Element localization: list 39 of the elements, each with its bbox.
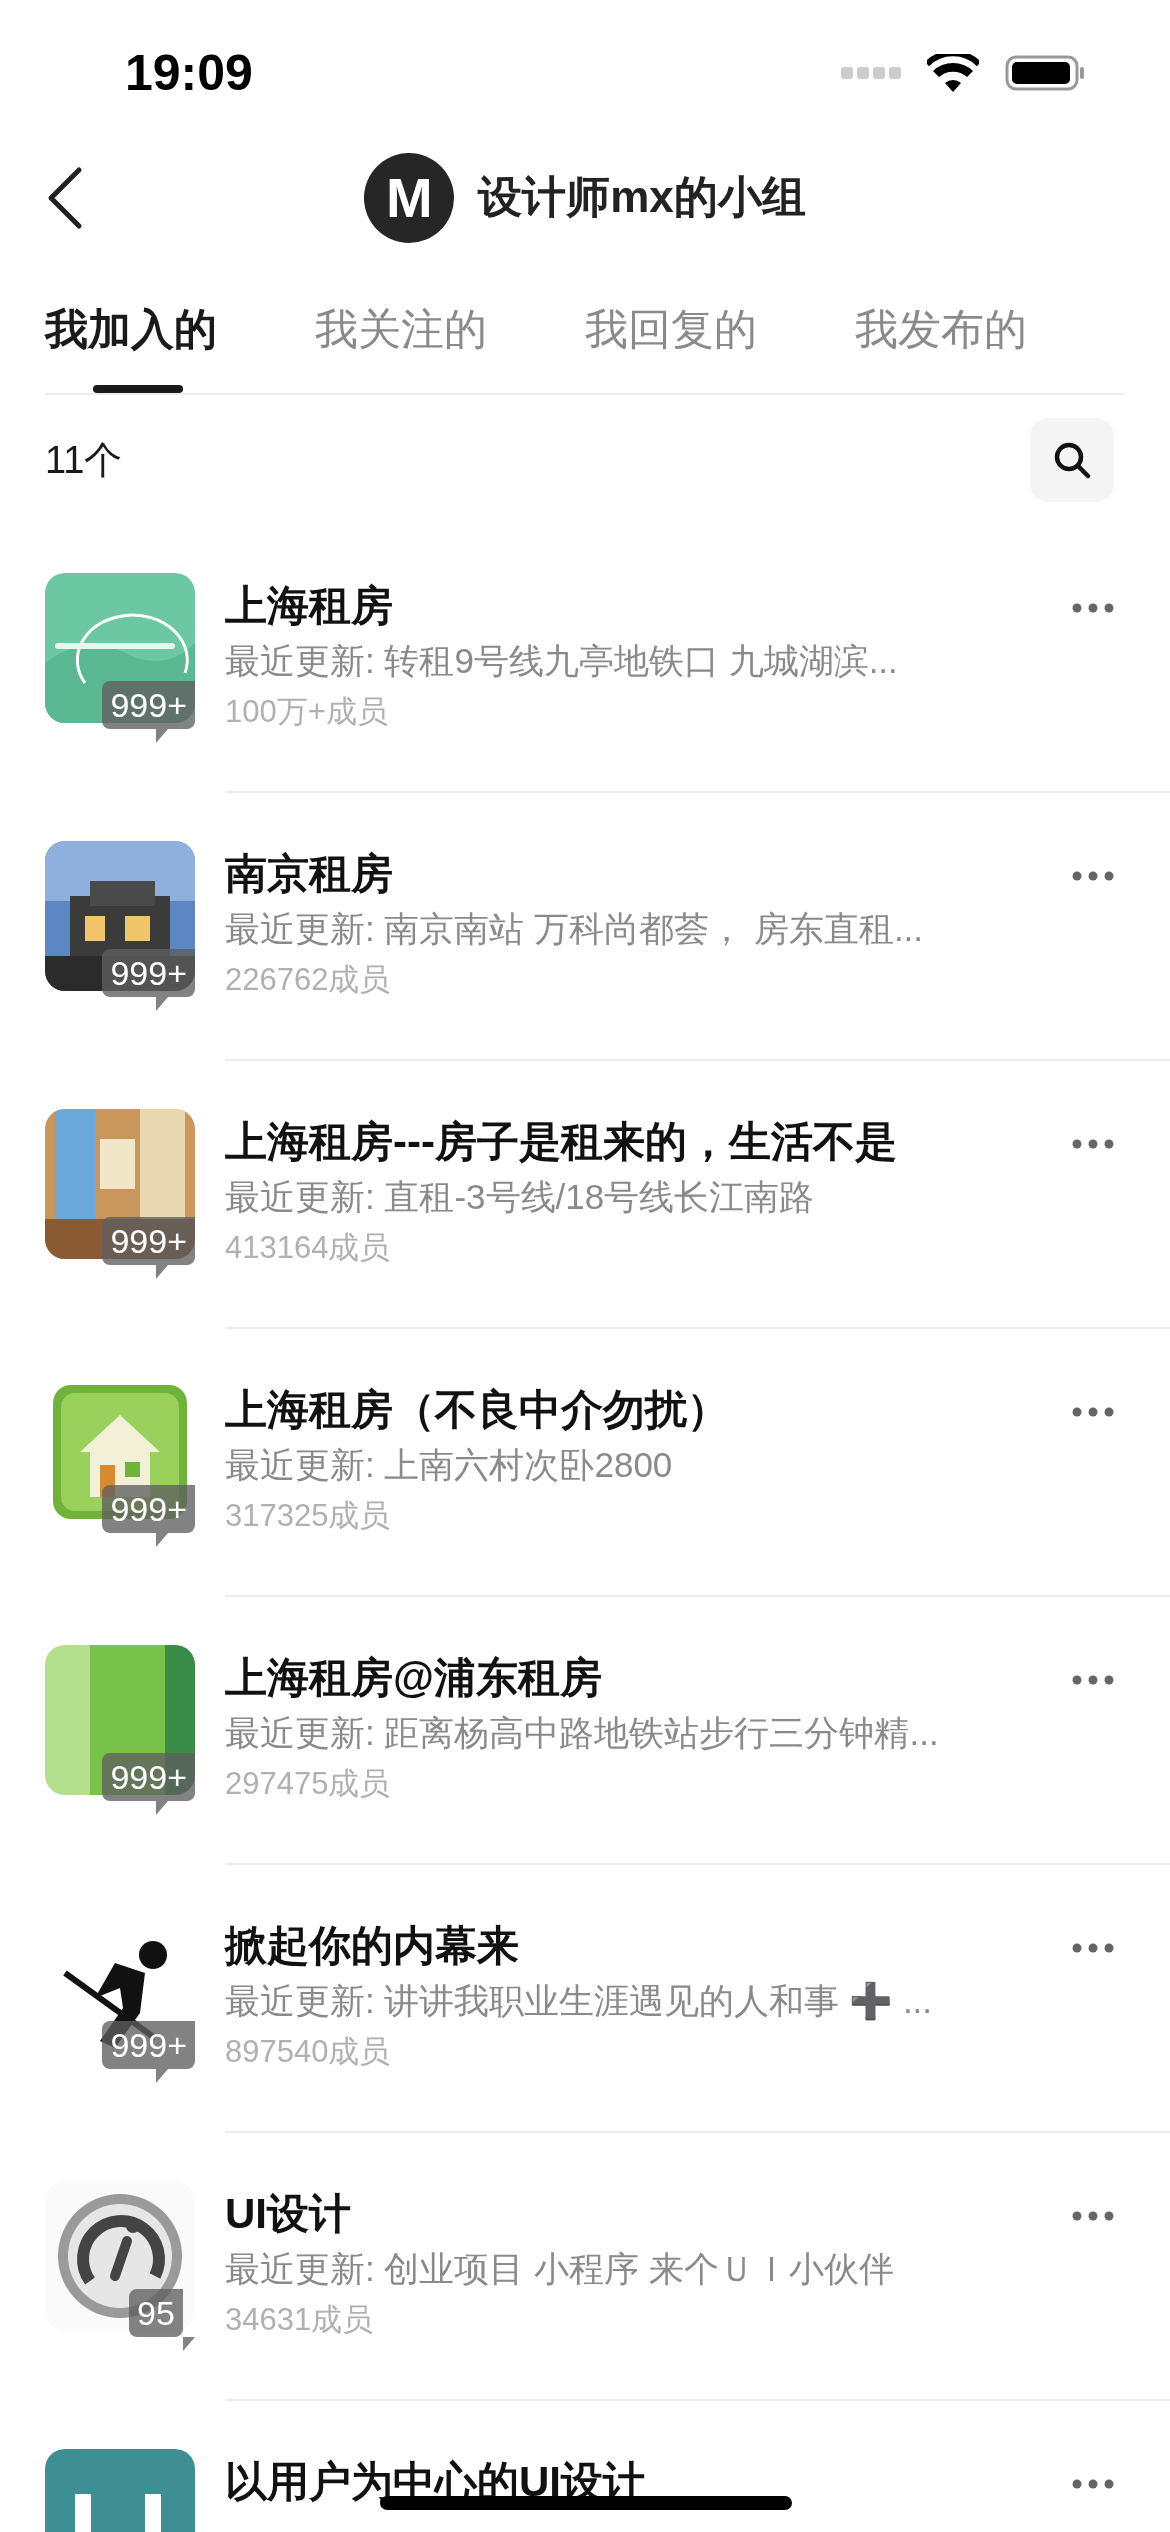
group-name[interactable]: 上海租房@浦东租房 bbox=[225, 1649, 939, 1707]
group-name[interactable]: 掀起你的内幕来 bbox=[225, 1917, 933, 1975]
battery-icon bbox=[1005, 55, 1085, 91]
search-button[interactable] bbox=[1030, 418, 1114, 502]
more-icon[interactable] bbox=[1072, 1139, 1114, 1149]
group-logo: M bbox=[364, 152, 455, 243]
more-icon[interactable] bbox=[1072, 2479, 1114, 2489]
latest-update: 最近更新: 距离杨高中路地铁站步行三分钟精... bbox=[225, 1712, 939, 1754]
signal-icon bbox=[841, 65, 901, 81]
more-icon[interactable] bbox=[1072, 1943, 1114, 1953]
member-count: 317325成员 bbox=[225, 1497, 392, 1535]
wifi-icon bbox=[927, 54, 979, 92]
group-name[interactable]: 南京租房 bbox=[225, 845, 924, 903]
status-time: 19:09 bbox=[125, 44, 253, 102]
search-icon[interactable] bbox=[1052, 440, 1092, 480]
more-icon[interactable] bbox=[1072, 871, 1114, 881]
member-count: 100万+成员 bbox=[225, 693, 389, 731]
latest-update: 最近更新: 上南六村次卧2800 bbox=[225, 1444, 674, 1486]
member-count: 226762成员 bbox=[225, 961, 392, 999]
group-name[interactable]: 上海租房 bbox=[225, 577, 898, 635]
more-icon[interactable] bbox=[1072, 1675, 1114, 1685]
member-count: 413164成员 bbox=[225, 1229, 392, 1267]
group-name[interactable]: 上海租房（不良中介勿扰） bbox=[225, 1381, 729, 1439]
group-name[interactable]: UI设计 bbox=[225, 2185, 894, 2243]
more-icon[interactable] bbox=[1072, 2211, 1114, 2221]
latest-update: 最近更新: 直租-3号线/18号线长江南路 bbox=[225, 1176, 816, 1218]
latest-update: 最近更新: 南京南站 万科尚都荟， 房东直租... bbox=[225, 908, 924, 950]
group-count: 11个 bbox=[45, 437, 123, 483]
member-count: 897540成员 bbox=[225, 2033, 392, 2071]
more-icon[interactable] bbox=[1072, 1407, 1114, 1417]
member-count: 297475成员 bbox=[225, 1765, 392, 1803]
more-icon[interactable] bbox=[1072, 603, 1114, 613]
page-title: 设计师mx的小组 bbox=[478, 171, 806, 223]
latest-update: 最近更新: 转租9号线九亭地铁口 九城湖滨... bbox=[225, 640, 898, 682]
member-count: 34631成员 bbox=[225, 2301, 375, 2339]
tab[interactable]: 我加入的 bbox=[45, 255, 315, 393]
group-name[interactable]: 上海租房---房子是租来的，生活不是 bbox=[225, 1113, 897, 1171]
latest-update: 最近更新: 讲讲我职业生涯遇见的人和事 ➕ ... bbox=[225, 1980, 933, 2023]
latest-update: 最近更新: 创业项目 小程序 来个ＵＩ小伙伴 bbox=[225, 2248, 894, 2290]
